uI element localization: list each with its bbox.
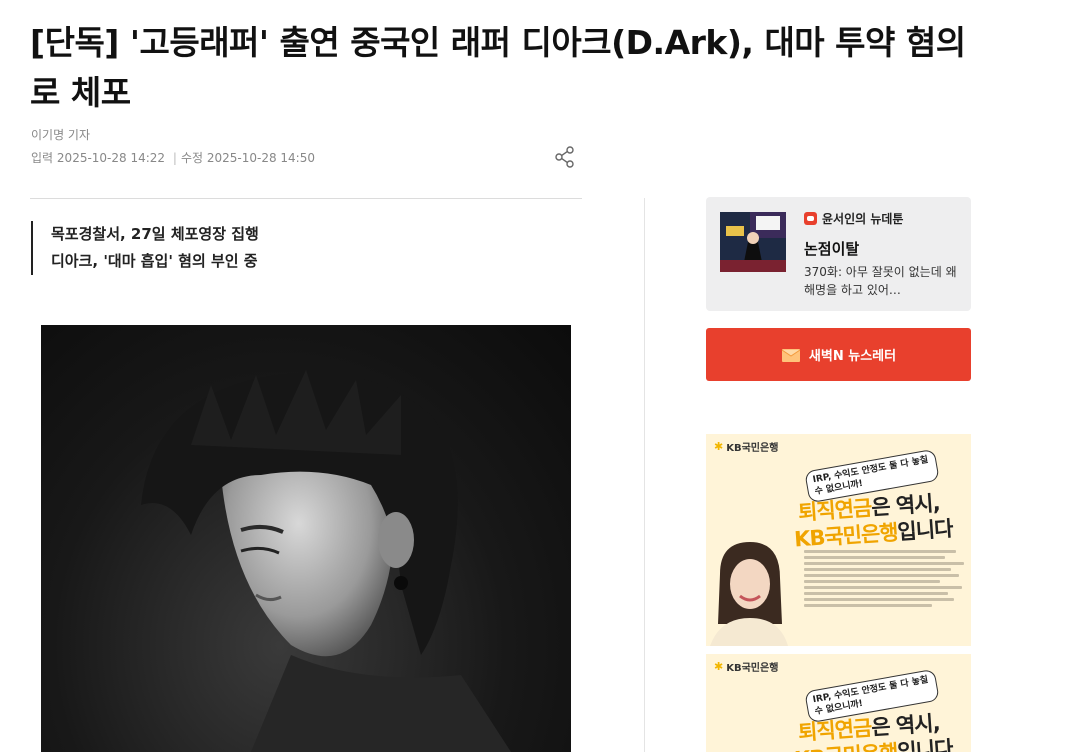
subhead-line: 디아크, '대마 흡입' 혐의 부인 중 bbox=[51, 252, 258, 270]
ad-text: 입니다 bbox=[896, 736, 954, 752]
ad-fine-print bbox=[804, 550, 964, 610]
article-subheads: 목포경찰서, 27일 체포영장 집행 디아크, '대마 흡입' 혐의 부인 중 bbox=[31, 221, 259, 275]
newsletter-label: 새벽N 뉴스레터 bbox=[808, 349, 897, 364]
webtoon-thumbnail-art bbox=[720, 212, 786, 272]
envelope-icon bbox=[781, 348, 801, 362]
column-divider bbox=[644, 198, 645, 752]
webtoon-series: 윤서인의 뉴데툰 bbox=[804, 210, 903, 227]
modified-label: 수정 bbox=[180, 151, 204, 165]
header-divider bbox=[30, 198, 582, 199]
subhead-line: 목포경찰서, 27일 체포영장 집행 bbox=[51, 225, 259, 243]
ad-brand-label: KB국민은행 bbox=[726, 663, 779, 674]
published-label: 입력 bbox=[31, 151, 54, 165]
ad-brand: ✱ KB국민은행 bbox=[714, 439, 778, 454]
ad-brand: ✱ KB국민은행 bbox=[714, 659, 778, 674]
article-dates: 입력 2025-10-28 14:22 | 수정 2025-10-28 14:50 bbox=[31, 149, 315, 166]
date-separator: | bbox=[172, 151, 177, 165]
ad-text: 입니다 bbox=[896, 516, 954, 545]
share-button[interactable] bbox=[552, 145, 578, 169]
kb-bank-ad[interactable]: ✱ KB국민은행 IRP, 수익도 안정도 둘 다 놓칠 수 없으니까! 퇴직연금… bbox=[706, 434, 971, 646]
kb-star-icon: ✱ bbox=[714, 660, 724, 673]
webtoon-episode-desc: 370화: 아무 잘못이 없는데 왜 해명을 하고 있어… bbox=[804, 265, 957, 297]
article-headline: [단독] '고등래퍼' 출연 중국인 래퍼 디아크(D.Ark), 대마 투약 … bbox=[30, 23, 966, 112]
ad-highlight: KB국민은행 bbox=[793, 740, 898, 752]
ad-brand-label: KB국민은행 bbox=[726, 443, 779, 454]
published-date: 2025-10-28 14:22 bbox=[56, 151, 166, 165]
article-photo bbox=[41, 325, 571, 752]
webtoon-logo-icon bbox=[804, 212, 817, 225]
newsletter-button[interactable]: 새벽N 뉴스레터 bbox=[706, 328, 971, 381]
webtoon-thumbnail bbox=[720, 212, 786, 272]
modified-date: 2025-10-28 14:50 bbox=[206, 151, 315, 165]
kb-star-icon: ✱ bbox=[714, 440, 724, 453]
kb-bank-ad[interactable]: ✱ KB국민은행 IRP, 수익도 안정도 둘 다 놓칠 수 없으니까! 퇴직연금… bbox=[706, 654, 971, 752]
webtoon-series-label: 윤서인의 뉴데툰 bbox=[822, 212, 904, 226]
portrait-illustration bbox=[141, 370, 511, 752]
webtoon-title: 논점이탈 bbox=[804, 240, 860, 258]
webtoon-card[interactable]: 윤서인의 뉴데툰 논점이탈 370화: 아무 잘못이 없는데 왜 해명을 하고 … bbox=[706, 197, 971, 311]
ad-model-illustration bbox=[710, 542, 788, 646]
ad-highlight: KB국민은행 bbox=[793, 520, 899, 552]
share-icon bbox=[555, 146, 574, 168]
reporter-name[interactable]: 이기명 기자 bbox=[31, 126, 90, 143]
